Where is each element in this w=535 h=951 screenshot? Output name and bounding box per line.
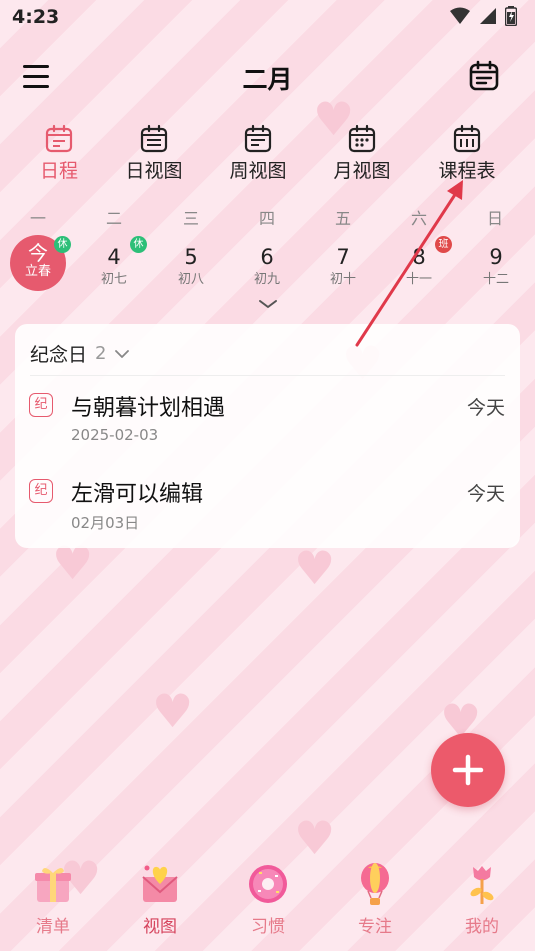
nav-label: 清单: [36, 917, 70, 937]
nav-mine[interactable]: 我的: [442, 862, 522, 937]
gift-icon: [35, 867, 71, 902]
nav-list[interactable]: 清单: [13, 862, 93, 937]
nav-label: 视图: [143, 917, 177, 937]
flower-icon: [470, 866, 494, 904]
plus-icon: [452, 754, 484, 786]
nav-label: 习惯: [251, 917, 285, 937]
balloon-icon: [361, 863, 389, 905]
donut-icon: [249, 865, 287, 903]
annotation-arrow: [355, 180, 463, 347]
nav-focus[interactable]: 专注: [335, 862, 415, 937]
nav-view[interactable]: 视图: [120, 862, 200, 937]
add-button[interactable]: [431, 733, 505, 807]
nav-habit[interactable]: 习惯: [228, 862, 308, 937]
nav-label: 专注: [358, 917, 392, 937]
nav-label: 我的: [465, 917, 499, 937]
envelope-heart-icon: [142, 865, 178, 902]
